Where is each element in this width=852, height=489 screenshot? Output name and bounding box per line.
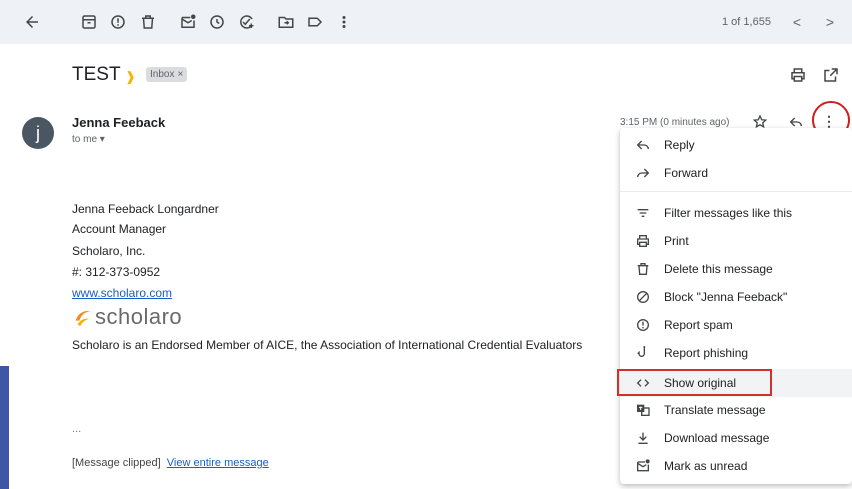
message-options-menu: Reply Forward Filter messages like this … [620,128,852,484]
website-link[interactable]: www.scholaro.com [72,286,172,300]
report-spam-icon[interactable] [108,12,128,32]
show-original-highlight-box [617,369,772,396]
recipient-details[interactable]: to me ▾ [72,134,105,145]
scholaro-logo-text: scholaro [95,304,183,329]
important-marker-icon[interactable]: ❱ [125,69,136,85]
label-icon[interactable] [305,12,325,32]
phishing-icon [633,343,653,363]
menu-item-label: Report spam [664,318,733,332]
delete-icon[interactable] [138,12,158,32]
print-all-icon[interactable] [789,66,807,84]
menu-item-block[interactable]: Block "Jenna Feeback" [620,283,852,311]
left-decorative-bar [0,366,9,489]
archive-icon[interactable] [79,12,99,32]
snooze-icon[interactable] [207,12,227,32]
menu-item-delete[interactable]: Delete this message [620,255,852,283]
block-icon [633,287,653,307]
signature-phone: #: 312-373-0952 [72,265,161,279]
menu-item-label: Report phishing [664,346,749,360]
translate-icon [633,400,653,420]
menu-item-label: Translate message [664,403,766,417]
inbox-label-chip[interactable]: Inbox × [146,67,188,82]
menu-item-label: Filter messages like this [664,206,793,220]
message-clipped-notice: [Message clipped] View entire message [72,457,269,469]
menu-item-label: Download message [664,431,770,445]
next-page-button[interactable]: > [820,12,840,32]
scholaro-logo: scholaro [72,304,182,330]
message-time: 3:15 PM (0 minutes ago) [620,117,730,128]
menu-item-label: Delete this message [664,262,773,276]
sender-name[interactable]: Jenna Feeback [72,115,165,130]
mark-unread-icon[interactable] [178,12,198,32]
view-entire-message-link[interactable]: View entire message [167,457,269,469]
menu-item-reply[interactable]: Reply [620,131,852,159]
menu-item-forward[interactable]: Forward [620,159,852,187]
menu-item-label: Forward [664,166,709,180]
trimmed-content-toggle[interactable]: ... [72,423,81,435]
report-spam-icon [633,315,653,335]
move-to-icon[interactable] [276,12,296,32]
label-text: Inbox [150,69,175,80]
signature-company: Scholaro, Inc. [72,244,146,258]
add-task-icon[interactable] [236,12,256,32]
menu-item-report-phishing[interactable]: Report phishing [620,339,852,367]
forward-icon [633,163,653,183]
endorsement-text: Scholaro is an Endorsed Member of AICE, … [72,338,583,352]
email-subject: TEST [72,64,121,85]
download-icon [633,428,653,448]
mark-unread-icon [633,456,653,476]
menu-item-filter[interactable]: Filter messages like this [620,199,852,227]
open-new-window-icon[interactable] [822,66,840,84]
signature-name: Jenna Feeback Longardner [72,202,219,216]
print-icon [633,231,653,251]
reply-icon [633,135,653,155]
menu-item-download[interactable]: Download message [620,424,852,452]
signature-title: Account Manager [72,222,167,236]
menu-item-print[interactable]: Print [620,227,852,255]
scholaro-logo-mark-icon [75,311,91,327]
more-vert-icon[interactable] [334,12,354,32]
pager-count: 1 of 1,655 [722,16,771,28]
menu-item-translate[interactable]: Translate message [620,396,852,424]
menu-divider [620,191,852,192]
toolbar: 1 of 1,655 < > [0,0,852,44]
menu-item-mark-unread[interactable]: Mark as unread [620,452,852,480]
menu-item-label: Print [664,234,689,248]
delete-icon [633,259,653,279]
back-arrow-icon[interactable] [22,12,42,32]
prev-page-button[interactable]: < [787,12,807,32]
menu-item-label: Block "Jenna Feeback" [664,290,788,304]
sender-avatar[interactable]: j [22,117,54,149]
remove-label-icon[interactable]: × [177,69,183,80]
clipped-label: [Message clipped] [72,457,161,469]
menu-item-label: Reply [664,138,695,152]
filter-icon [633,203,653,223]
menu-item-report-spam[interactable]: Report spam [620,311,852,339]
menu-item-label: Mark as unread [664,459,748,473]
